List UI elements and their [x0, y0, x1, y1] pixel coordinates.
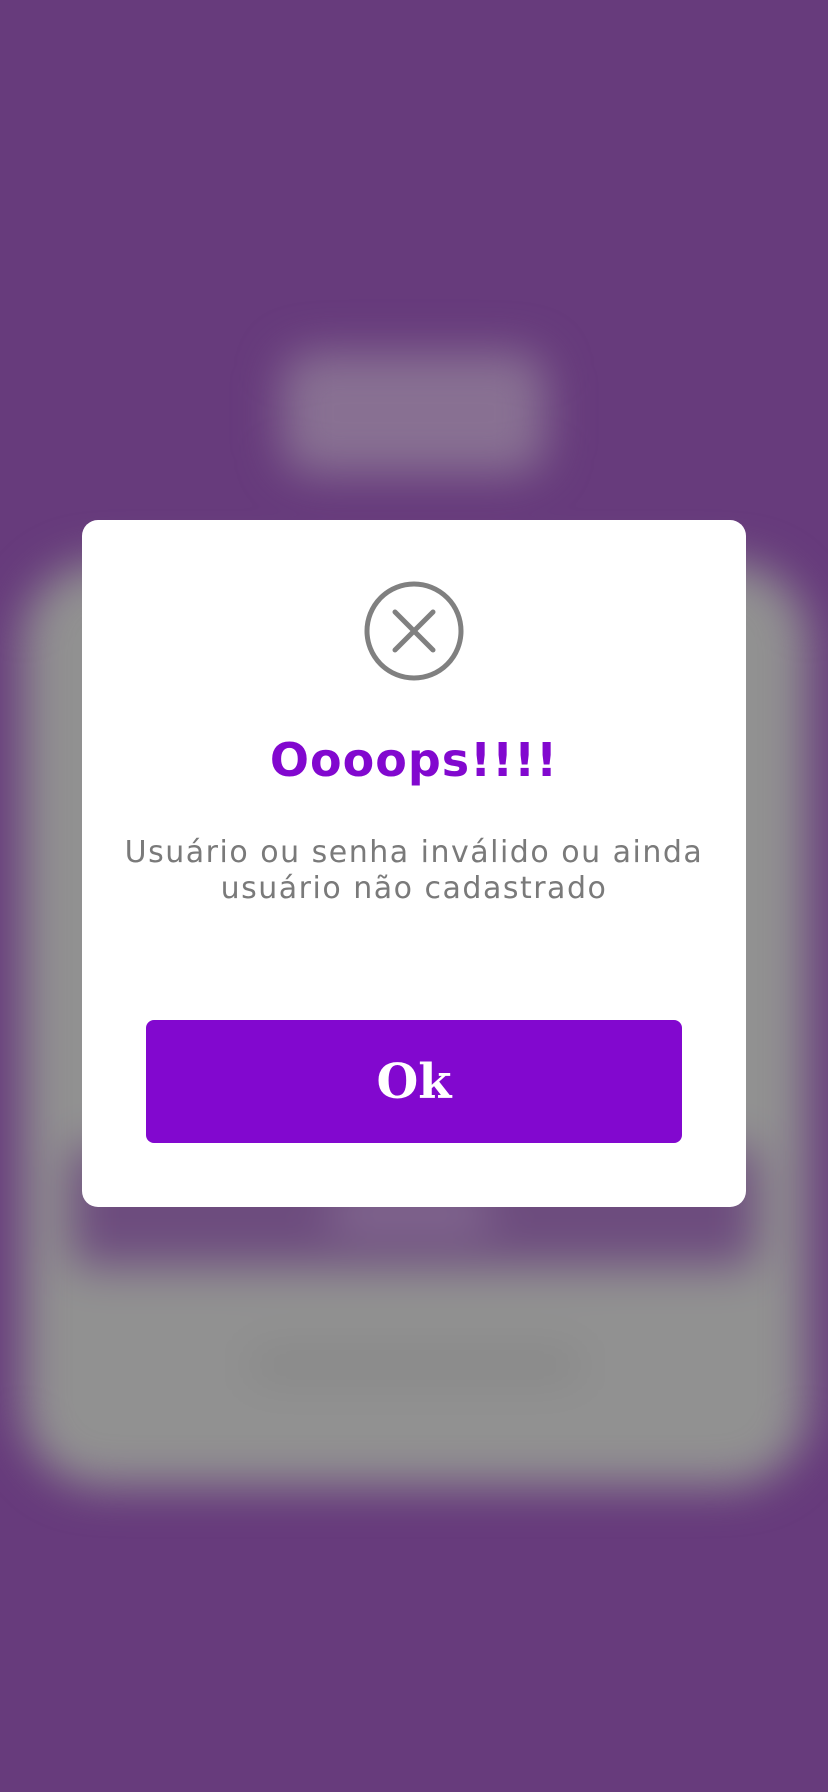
blurred-link — [250, 1352, 580, 1378]
close-circle-icon — [364, 581, 464, 681]
ok-button[interactable]: Ok — [146, 1020, 682, 1143]
blurred-logo — [282, 352, 546, 474]
dialog-message: Usuário ou senha inválido ou ainda usuár… — [124, 835, 704, 906]
error-dialog: Oooops!!!! Usuário ou senha inválido ou … — [82, 520, 746, 1207]
dialog-title: Oooops!!!! — [269, 733, 559, 787]
